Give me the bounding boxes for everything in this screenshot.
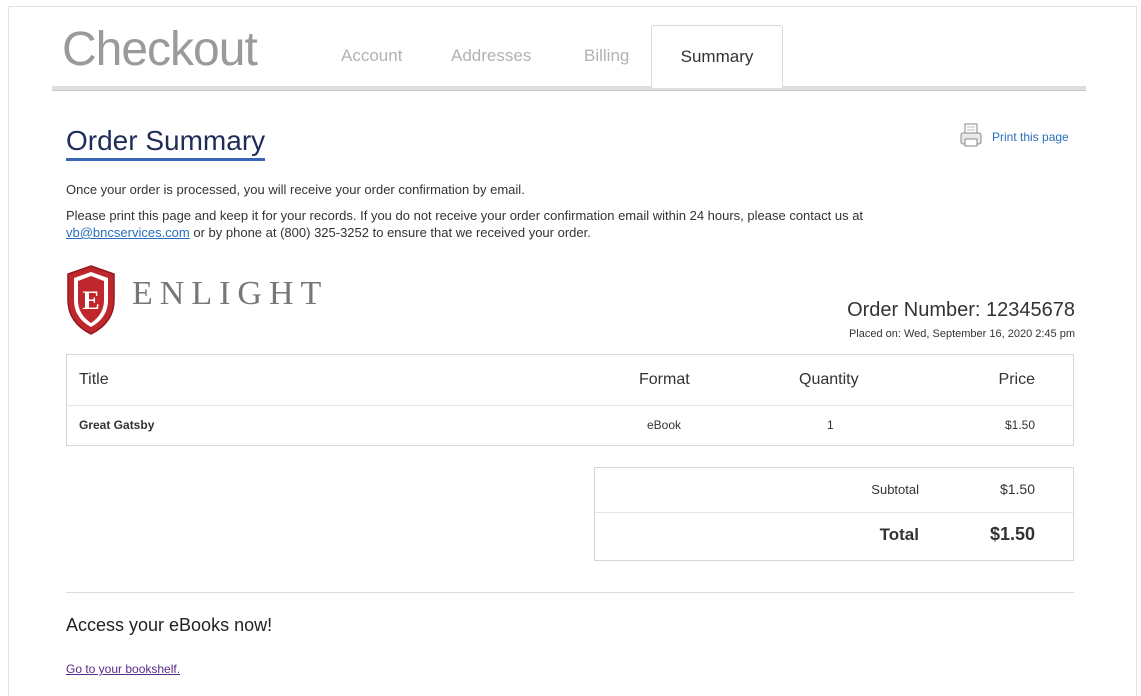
table-row: Great Gatsby eBook 1 $1.50 — [67, 405, 1073, 445]
enlight-logo: E ENLIGHT — [66, 264, 328, 336]
total-value: $1.50 — [989, 524, 1035, 544]
order-totals: Subtotal $1.50 Total $1.50 — [594, 467, 1074, 561]
access-ebooks-heading: Access your eBooks now! — [66, 615, 273, 635]
order-summary-heading: Order Summary — [66, 124, 266, 161]
table-header: Title Format Quantity Price — [67, 355, 1073, 406]
item-format: eBook — [647, 418, 682, 432]
tab-addresses[interactable]: Addresses — [451, 25, 531, 87]
header-quantity: Quantity — [799, 371, 859, 388]
item-quantity: 1 — [827, 418, 834, 432]
instructions-phone: or by phone at (800) 325-3252 to ensure … — [193, 225, 591, 240]
total-label: Total — [879, 525, 919, 544]
order-placed-date: Placed on: Wed, September 16, 2020 2:45 … — [848, 328, 1075, 340]
shield-icon: E — [67, 265, 115, 335]
instructions-text: Please print this page and keep it for y… — [66, 207, 1076, 241]
subtotal-label: Subtotal — [871, 482, 919, 497]
print-page-label: Print this page — [992, 130, 1069, 144]
total-row: Total $1.50 — [595, 512, 1073, 560]
subtotal-row: Subtotal $1.50 — [595, 468, 1073, 513]
logo-wordmark: ENLIGHT — [132, 275, 329, 312]
printer-icon — [960, 123, 982, 152]
tab-divider — [52, 86, 1086, 91]
header-price: Price — [998, 371, 1035, 388]
order-number: Order Number: 12345678 — [847, 299, 1075, 321]
logo-letter: E — [82, 286, 99, 315]
tab-summary[interactable]: Summary — [651, 25, 783, 88]
support-email-link[interactable]: vb@bncservices.com — [66, 225, 190, 240]
confirmation-text: Once your order is processed, you will r… — [66, 182, 525, 197]
subtotal-value: $1.50 — [999, 481, 1035, 497]
tab-billing[interactable]: Billing — [584, 25, 629, 87]
print-page-link[interactable]: Print this page — [960, 123, 1069, 152]
header-title: Title — [79, 371, 109, 388]
header-format: Format — [639, 371, 690, 388]
instructions-line: Please print this page and keep it for y… — [66, 208, 864, 223]
item-price: $1.50 — [1004, 418, 1035, 432]
page-title: Checkout — [62, 23, 258, 76]
section-divider — [66, 592, 1074, 593]
item-title: Great Gatsby — [79, 418, 155, 432]
bookshelf-link[interactable]: Go to your bookshelf. — [66, 662, 180, 676]
tab-account[interactable]: Account — [341, 25, 402, 87]
order-items-table: Title Format Quantity Price Great Gatsby… — [66, 354, 1074, 446]
